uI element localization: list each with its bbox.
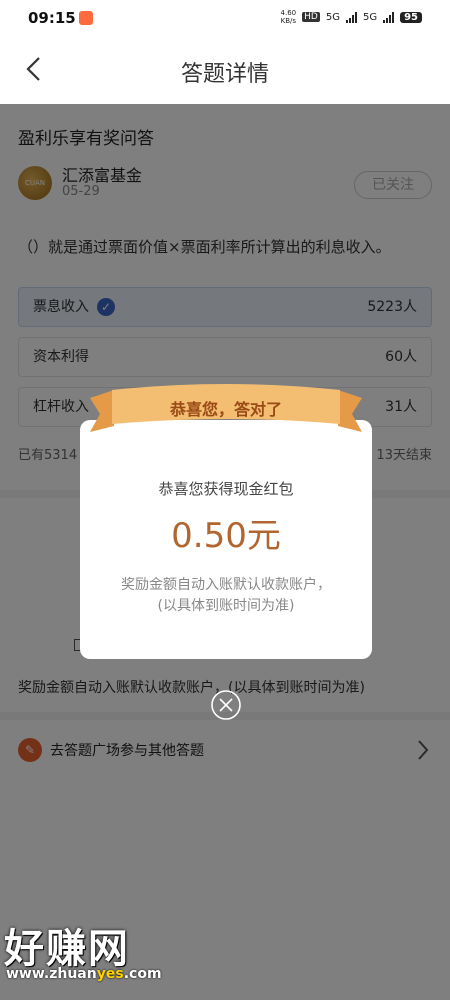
battery-icon: 95 [400,11,422,23]
network-speed: 4.60 KB/s [280,9,297,25]
close-icon[interactable] [210,689,242,721]
ribbon-banner: 恭喜您，答对了 [90,384,362,432]
reward-note-line1: 奖励金额自动入账默认收款账户， [121,577,331,593]
hd-icon: HD [302,12,320,22]
nav-bar: 答题详情 [0,36,450,104]
reward-amount: 0.50元 [171,516,281,556]
net-5g-label: 5G [325,11,340,23]
reward-note-line2: (以具体到账时间为准) [157,598,295,614]
page-title: 答题详情 [180,62,269,87]
signal-icon [345,11,357,23]
signal-icon-2 [383,11,395,23]
net-5g-label-2: 5G [362,11,378,23]
reward-dialog: 恭喜您获得现金红包 0.50元 奖励金额自动入账默认收款账户， (以具体到账时间… [80,420,372,659]
notification-icon [79,11,93,25]
status-time: 09:15 [28,9,76,27]
status-bar: 09:15 4.60 KB/s HD 5G 5G 95 [0,0,450,36]
reward-subtitle: 恭喜您获得现金红包 [158,480,294,498]
status-icons: 4.60 KB/s HD 5G 5G 95 [281,9,422,25]
ribbon-text: 恭喜您，答对了 [169,400,282,419]
site-watermark: 好赚网 www.zhuanyes.com [0,916,200,996]
watermark-url: www.zhuanyes.com [6,966,162,982]
